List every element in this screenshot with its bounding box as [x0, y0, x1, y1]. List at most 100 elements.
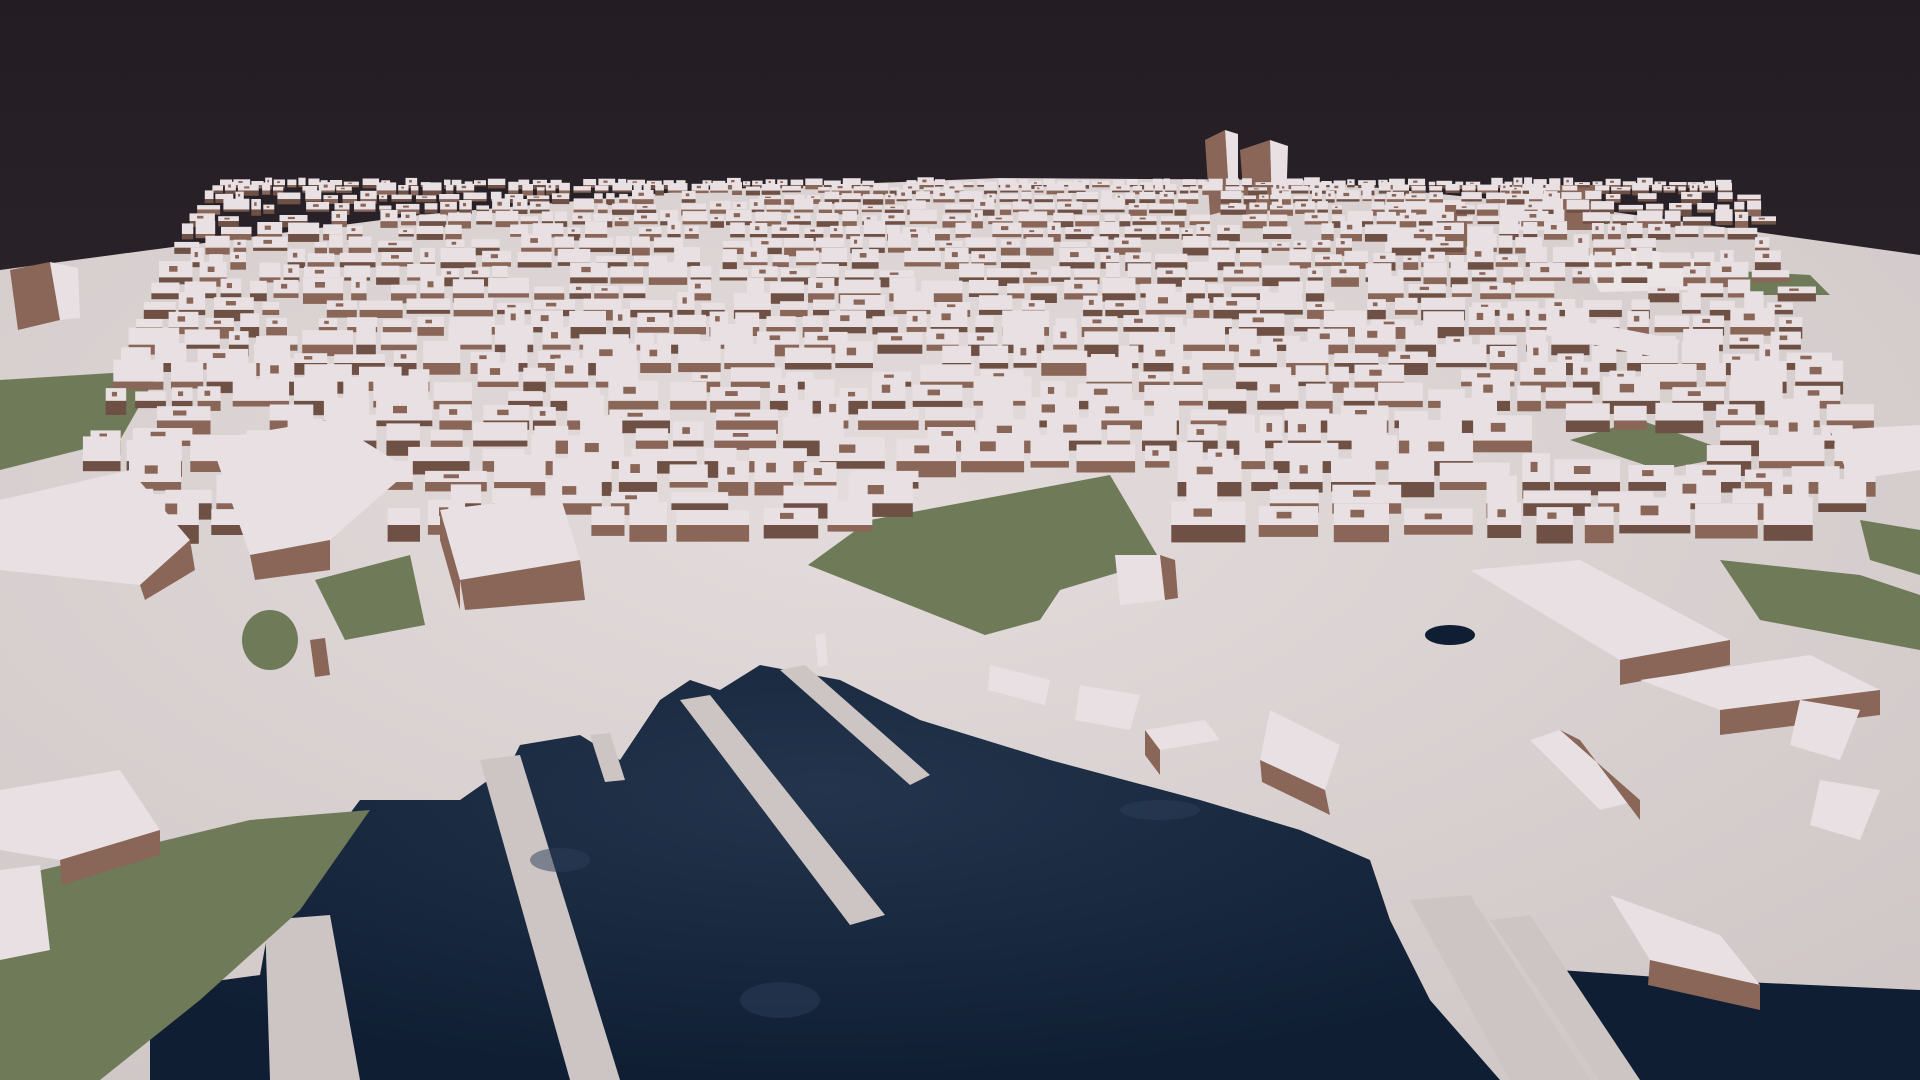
courtyard — [197, 215, 204, 219]
courtyard — [355, 282, 360, 288]
building — [904, 250, 941, 263]
building — [1236, 242, 1269, 248]
building-side — [1536, 525, 1573, 544]
courtyard — [1497, 509, 1506, 518]
building — [382, 319, 412, 327]
courtyard — [1051, 225, 1055, 230]
building — [968, 280, 999, 294]
building — [307, 253, 335, 263]
courtyard — [1311, 215, 1318, 219]
building — [444, 179, 451, 185]
building-side — [1202, 190, 1223, 195]
courtyard — [551, 332, 558, 339]
courtyard — [1006, 241, 1012, 245]
courtyard — [1228, 206, 1235, 208]
building — [782, 185, 801, 191]
building-side — [306, 209, 330, 212]
courtyard — [194, 252, 198, 258]
courtyard — [1407, 257, 1412, 260]
building — [1105, 262, 1120, 278]
courtyard — [817, 335, 829, 341]
building-side — [1364, 234, 1388, 242]
building — [1486, 475, 1517, 504]
building — [846, 225, 860, 234]
building-side — [1257, 400, 1299, 410]
courtyard — [1428, 441, 1445, 452]
building-side — [1249, 209, 1268, 214]
courtyard — [813, 468, 822, 476]
building — [1344, 250, 1368, 263]
building-side — [570, 277, 608, 284]
courtyard — [1328, 193, 1331, 197]
building — [1479, 335, 1517, 345]
building — [445, 224, 462, 234]
building — [448, 212, 471, 222]
courtyard — [1502, 257, 1508, 260]
building — [816, 213, 839, 222]
building-side — [445, 234, 462, 240]
building — [745, 186, 760, 191]
building — [1282, 191, 1291, 200]
building-side — [1655, 420, 1704, 434]
building — [999, 204, 1012, 210]
building — [631, 236, 650, 248]
building — [984, 182, 997, 191]
building — [1429, 186, 1443, 191]
courtyard — [645, 228, 652, 232]
courtyard — [173, 410, 187, 416]
courtyard — [111, 391, 117, 397]
courtyard — [1196, 466, 1213, 475]
courtyard — [1383, 321, 1395, 325]
building — [1021, 191, 1032, 200]
courtyard — [1419, 229, 1425, 232]
building-side — [488, 293, 529, 298]
building — [439, 194, 460, 200]
courtyard — [1317, 242, 1323, 245]
building — [784, 238, 814, 248]
building-side — [1159, 199, 1174, 205]
building — [1175, 325, 1225, 345]
building — [1542, 198, 1564, 210]
building — [1018, 211, 1048, 222]
building — [1395, 297, 1418, 310]
building — [986, 268, 1020, 278]
building — [1631, 299, 1650, 310]
courtyard — [1550, 225, 1557, 230]
building-side — [863, 234, 886, 237]
courtyard — [1134, 205, 1139, 208]
building — [1565, 403, 1610, 421]
building — [1515, 281, 1555, 294]
building — [1305, 280, 1325, 294]
building — [308, 178, 320, 185]
building — [523, 367, 546, 382]
building — [670, 381, 707, 401]
building — [1503, 267, 1524, 278]
building — [1260, 292, 1303, 310]
building — [784, 347, 832, 363]
courtyard — [1266, 423, 1273, 432]
building — [1499, 220, 1519, 234]
building — [277, 192, 301, 200]
courtyard — [996, 425, 1012, 434]
building — [766, 316, 796, 328]
building — [1705, 362, 1726, 382]
building — [1053, 212, 1074, 222]
building-side — [782, 190, 801, 193]
courtyard — [225, 301, 236, 306]
courtyard — [839, 444, 856, 453]
courtyard — [890, 206, 896, 209]
courtyard — [1277, 243, 1282, 246]
building — [1423, 262, 1447, 278]
building-side — [1159, 234, 1180, 239]
building — [1225, 178, 1240, 185]
building-side — [1110, 190, 1130, 193]
building — [1522, 183, 1544, 191]
courtyard — [1314, 185, 1319, 188]
building — [135, 391, 166, 401]
building — [655, 184, 664, 191]
courtyard — [912, 315, 918, 322]
building — [433, 382, 472, 401]
courtyard — [314, 269, 324, 274]
building — [1669, 182, 1687, 185]
courtyard — [1658, 182, 1661, 184]
